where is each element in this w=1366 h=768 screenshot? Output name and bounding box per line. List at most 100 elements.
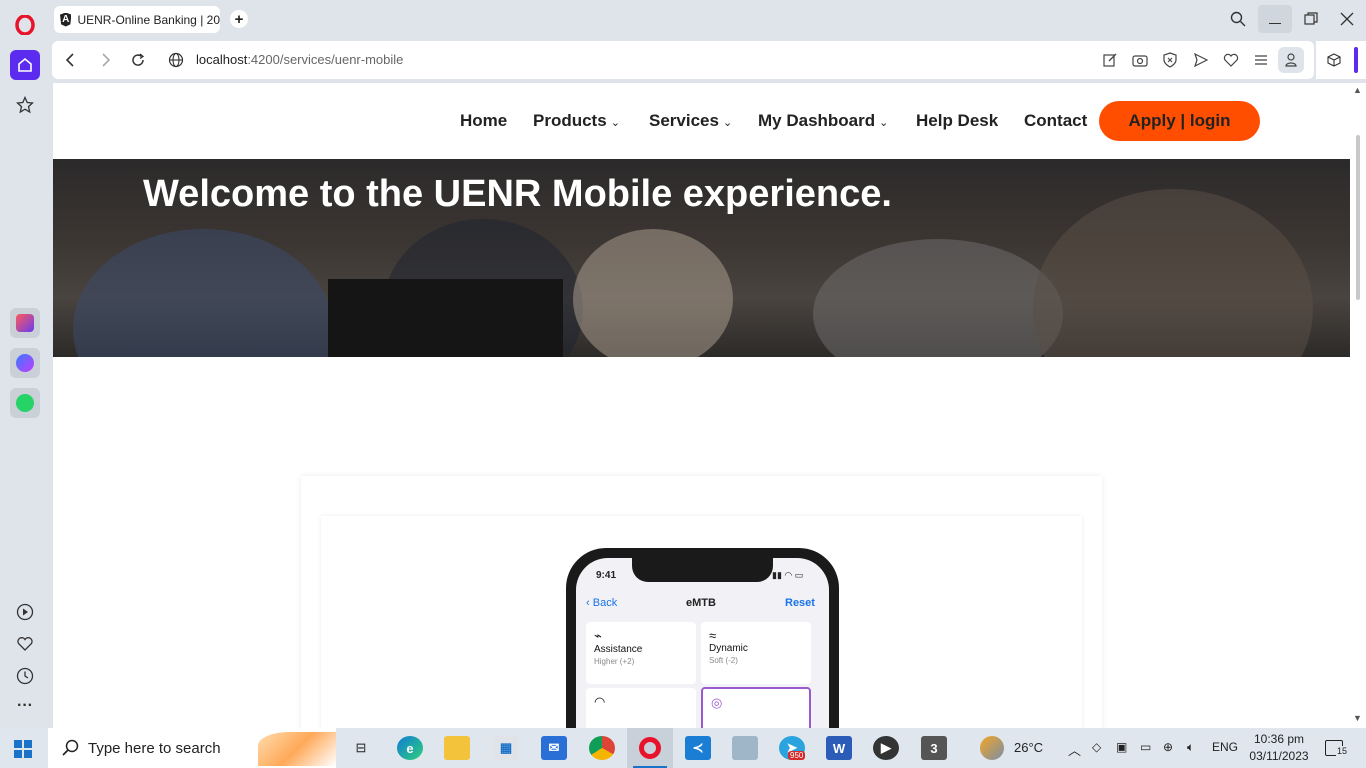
app-icon[interactable]: 3 [921,736,947,760]
tab-strip: A UENR-Online Banking | 20 + [50,0,1366,38]
hero-photo-shape [73,229,333,357]
phone-notch [632,558,773,582]
whatsapp-icon[interactable] [10,388,40,418]
weather-icon[interactable] [980,736,1004,760]
phone-card-dynamic: ≈ Dynamic Soft (-2) [701,622,811,684]
send-icon[interactable] [1191,50,1211,70]
scroll-up-icon[interactable]: ▲ [1353,85,1362,95]
clock-time: 10:36 pm [1253,732,1305,746]
reload-icon[interactable] [128,50,148,70]
chevron-down-icon: ⌄ [879,117,889,129]
pinboard-icon[interactable] [10,90,40,120]
url-host: localhost [196,52,248,67]
nav-products-label: Products [533,111,607,130]
mode-icon: ◎ [711,695,723,710]
hero-banner: Welcome to the UENR Mobile experience. [53,159,1350,357]
easy-setup-icon[interactable] [1251,50,1271,70]
history-icon[interactable] [10,661,40,691]
edit-icon[interactable] [1100,50,1120,70]
chevron-down-icon: ⌄ [722,117,733,129]
tab-active[interactable]: A UENR-Online Banking | 20 [54,6,220,33]
tab-title: UENR-Online Banking | 20 [77,12,220,27]
search-tabs-icon[interactable] [1221,5,1255,33]
apply-login-button[interactable]: Apply | login [1099,101,1260,141]
close-window-button[interactable] [1330,5,1364,33]
more-icon[interactable]: ··· [10,691,40,721]
nav-help-desk[interactable]: Help Desk [916,111,998,131]
back-icon[interactable] [60,50,80,70]
gauge-icon: ⌁ [594,628,602,643]
task-view-icon[interactable]: ⊟ [348,736,374,760]
profile-icon[interactable] [1278,47,1304,73]
sidebar-indicator [1354,47,1358,73]
weather-temp[interactable]: 26°C [1014,740,1043,755]
wave-icon: ≈ [709,628,717,643]
phone-card-assistance: ⌁ Assistance Higher (+2) [586,622,696,684]
nav-products[interactable]: Products ⌄ [533,111,620,131]
nav-home[interactable]: Home [460,111,507,131]
store-icon[interactable]: ▦ [493,736,519,760]
chevron-down-icon: ⌄ [610,117,620,129]
extensions-icon[interactable] [1324,50,1344,70]
phone-back-label: Back [592,597,618,609]
player-icon[interactable] [10,597,40,627]
heart-icon[interactable] [10,629,40,659]
mail-icon[interactable]: ✉ [541,736,567,760]
nav-dashboard[interactable]: My Dashboard ⌄ [758,111,888,131]
phone-card-selected: ◎ [701,687,811,728]
telegram-badge: 950 [788,751,806,760]
adblock-icon[interactable] [1160,50,1180,70]
vscode-icon[interactable]: ≺ [685,736,711,760]
phone-screen: 9:41 ▮▮ ◠ ▭ ‹ Back eMTB Reset ⌁ Assistan… [576,558,829,728]
taskbar-opera-active[interactable] [627,728,673,768]
nav-contact[interactable]: Contact [1024,111,1087,131]
url-field[interactable]: localhost:4200/services/uenr-mobile [196,52,403,67]
page-viewport: Home Products ⌄ Services ⌄ My Dashboard ⌄ H… [53,83,1350,728]
forward-icon[interactable] [96,50,116,70]
home-icon[interactable] [10,50,40,80]
tray-chevron-up-icon[interactable]: ︿ [1068,740,1081,759]
minimize-button[interactable] [1258,5,1292,33]
phone-image: 9:41 ▮▮ ◠ ▭ ‹ Back eMTB Reset ⌁ Assistan… [566,548,839,728]
tray-volume-icon[interactable]: 🔈︎ [1187,740,1194,755]
restore-button[interactable] [1294,5,1328,33]
tray-globe-icon[interactable]: ⊕ [1163,740,1173,754]
new-tab-button[interactable]: + [230,10,248,28]
tray-network-off-icon[interactable]: ◇ [1092,740,1101,754]
angular-favicon-icon: A [60,12,72,27]
windows-start-icon[interactable] [14,740,32,763]
language-indicator[interactable]: ENG [1212,740,1238,754]
aria-icon[interactable] [10,308,40,338]
messenger-icon[interactable] [10,348,40,378]
hero-photo-shape [1033,189,1313,357]
snapshot-icon[interactable] [1130,50,1150,70]
scrollbar-thumb[interactable] [1356,135,1360,300]
nav-help-label: Help Desk [916,111,999,130]
bookmark-heart-icon[interactable] [1221,50,1241,70]
speed-icon: ◠ [594,694,606,709]
phone-back-link: ‹ Back [586,597,618,609]
word-icon[interactable]: W [826,736,852,760]
taskbar: Type here to search ⊟ e ▦ ✉ ≺ ➤ 950 W ▶ … [0,728,1366,768]
phone-card-label: Assistance [594,644,643,655]
edge-icon[interactable]: e [397,736,423,760]
clock[interactable]: 10:36 pm 03/11/2023 [1249,732,1309,763]
chrome-icon[interactable] [589,736,615,760]
site-info-icon[interactable] [166,50,186,70]
media-player-icon[interactable]: ▶ [873,736,899,760]
scroll-down-icon[interactable]: ▼ [1353,713,1362,723]
nav-services[interactable]: Services ⌄ [649,111,732,131]
hero-laptop-shape [328,279,563,357]
tray-battery-icon[interactable]: ▭ [1140,740,1151,754]
hero-photo-shape [573,229,733,357]
taskbar-search[interactable]: Type here to search [48,728,336,768]
phone-title: eMTB [686,597,716,609]
search-highlight-image [258,732,336,766]
file-explorer-icon[interactable] [444,736,470,760]
phone-time: 9:41 [596,570,617,581]
hero-title: Welcome to the UENR Mobile experience. [143,173,892,215]
tray-device-icon[interactable]: ▣ [1116,740,1127,754]
opera-logo-icon[interactable] [10,10,40,40]
notes-app-icon[interactable] [732,736,758,760]
address-bar: localhost:4200/services/uenr-mobile [52,41,1314,79]
